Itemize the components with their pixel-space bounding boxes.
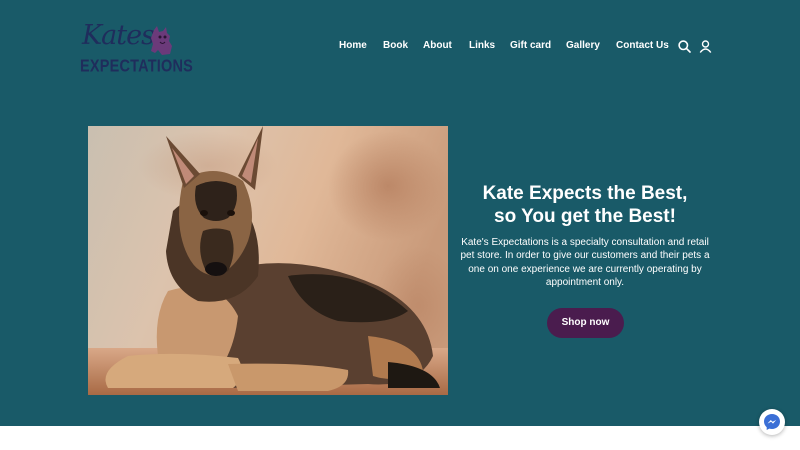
- page-bottom-section: [0, 426, 800, 450]
- hero-title-line1: Kate Expects the Best,: [482, 183, 688, 204]
- nav-book[interactable]: Book: [383, 40, 408, 51]
- nav-home[interactable]: Home: [339, 40, 367, 51]
- nav-contact-us[interactable]: Contact Us: [616, 40, 669, 51]
- nav-gift-card[interactable]: Gift card: [510, 40, 551, 51]
- shop-now-button[interactable]: Shop now: [547, 308, 624, 338]
- nav-about[interactable]: About: [423, 40, 452, 51]
- nav-gallery[interactable]: Gallery: [566, 40, 600, 51]
- hero-title-line2: so You get the Best!: [494, 206, 676, 227]
- nav-links[interactable]: Links: [469, 40, 495, 51]
- site-header: Kates EXPECTATIONS Home Book About Links…: [0, 0, 800, 95]
- logo-text-expectations: EXPECTATIONS: [80, 57, 194, 77]
- messenger-icon: [764, 414, 780, 430]
- hero-title: Kate Expects the Best, so You get the Be…: [455, 182, 715, 228]
- user-icon[interactable]: [699, 40, 712, 53]
- hero-description: Kate's Expectations is a specialty consu…: [460, 237, 710, 288]
- search-icon[interactable]: [678, 40, 691, 53]
- messenger-chat-button[interactable]: [759, 409, 785, 435]
- hero-dog-image: [88, 126, 448, 395]
